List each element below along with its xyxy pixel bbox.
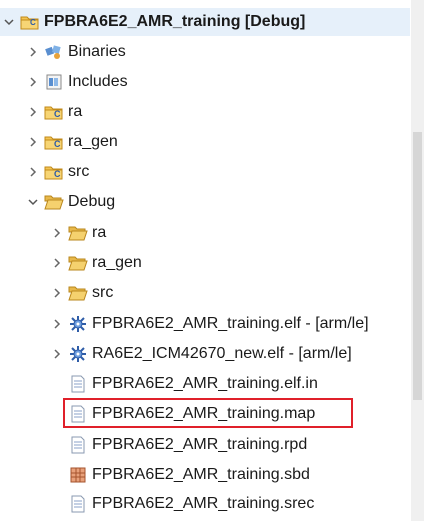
chevron-right-icon[interactable] [50,347,64,361]
tree-item-file-map[interactable]: FPBRA6E2_AMR_training.map [68,400,315,428]
tree-item-debug-ra-gen[interactable]: ra_gen [50,249,142,277]
tree-item-project[interactable]: C FPBRA6E2_AMR_training [Debug] [0,8,410,36]
tree-item-label: FPBRA6E2_AMR_training.sbd [92,466,310,483]
chevron-right-icon[interactable] [50,256,64,270]
text-file-icon [68,495,88,513]
tree-item-file-rpd[interactable]: FPBRA6E2_AMR_training.rpd [68,431,307,459]
tree-item-label: FPBRA6E2_AMR_training [Debug] [44,13,306,30]
text-file-icon [68,436,88,454]
tree-item-label: ra [68,103,83,120]
tree-item-label: ra_gen [68,133,118,150]
binaries-icon [44,43,64,61]
scrollbar-thumb[interactable] [413,132,422,400]
tree-item-elf-icm[interactable]: RA6E2_ICM42670_new.elf - [arm/le] [50,340,352,368]
source-folder-icon: C [44,163,64,181]
tree-item-label: Debug [68,193,116,210]
tree-item-elf-training[interactable]: FPBRA6E2_AMR_training.elf - [arm/le] [50,310,369,338]
tree-item-label: FPBRA6E2_AMR_training.elf.in [92,375,318,392]
open-folder-icon [68,224,88,242]
open-folder-icon [68,284,88,302]
text-file-icon [68,375,88,393]
chevron-right-icon[interactable] [26,105,40,119]
chevron-right-icon[interactable] [50,286,64,300]
chevron-right-icon[interactable] [50,226,64,240]
tree-item-label: FPBRA6E2_AMR_training.rpd [92,436,308,453]
tree-item-label: src [92,284,114,301]
executable-gear-icon [68,345,88,363]
tree-item-src[interactable]: C src [26,158,89,186]
tree-item-label: Binaries [68,43,126,60]
tree-item-debug-ra[interactable]: ra [50,219,106,247]
tree-item-label: RA6E2_ICM42670_new.elf - [arm/le] [92,345,352,362]
chevron-right-icon[interactable] [26,75,40,89]
tree-item-label: FPBRA6E2_AMR_training.srec [92,495,315,512]
open-folder-icon [68,254,88,272]
c-project-folder-icon: C [20,13,40,31]
tree-item-debug-src[interactable]: src [50,279,113,307]
tree-item-ra-gen[interactable]: C ra_gen [26,128,118,156]
executable-gear-icon [68,315,88,333]
tree-item-file-elf-in[interactable]: FPBRA6E2_AMR_training.elf.in [68,370,318,398]
chevron-right-icon[interactable] [50,317,64,331]
tree-item-label: FPBRA6E2_AMR_training.map [92,405,316,422]
tree-item-file-srec[interactable]: FPBRA6E2_AMR_training.srec [68,490,314,518]
source-folder-icon: C [44,103,64,121]
vertical-scrollbar[interactable] [411,0,424,521]
chevron-right-icon[interactable] [26,165,40,179]
source-folder-icon: C [44,133,64,151]
tree-item-includes[interactable]: Includes [26,68,128,96]
tree-item-label: FPBRA6E2_AMR_training.elf - [arm/le] [92,315,369,332]
chevron-right-icon[interactable] [26,135,40,149]
tree-item-ra[interactable]: C ra [26,98,82,126]
chevron-down-icon[interactable] [2,15,16,29]
svg-text:C: C [54,169,61,179]
tree-item-label: ra [92,224,107,241]
tree-item-label: ra_gen [92,254,142,271]
svg-text:C: C [54,109,61,119]
chevron-down-icon[interactable] [26,195,40,209]
text-file-icon [68,405,88,423]
open-folder-icon [44,193,64,211]
tree-item-label: src [68,163,90,180]
tree-item-file-sbd[interactable]: FPBRA6E2_AMR_training.sbd [68,461,310,489]
tree-item-label: Includes [68,73,128,90]
tree-item-binaries[interactable]: Binaries [26,38,126,66]
svg-text:C: C [54,139,61,149]
project-explorer-tree: C FPBRA6E2_AMR_training [Debug] Binaries [0,0,424,521]
tree-item-debug[interactable]: Debug [26,188,115,216]
svg-text:C: C [30,18,36,27]
includes-icon [44,73,64,91]
grid-file-icon [68,466,88,484]
chevron-right-icon[interactable] [26,45,40,59]
